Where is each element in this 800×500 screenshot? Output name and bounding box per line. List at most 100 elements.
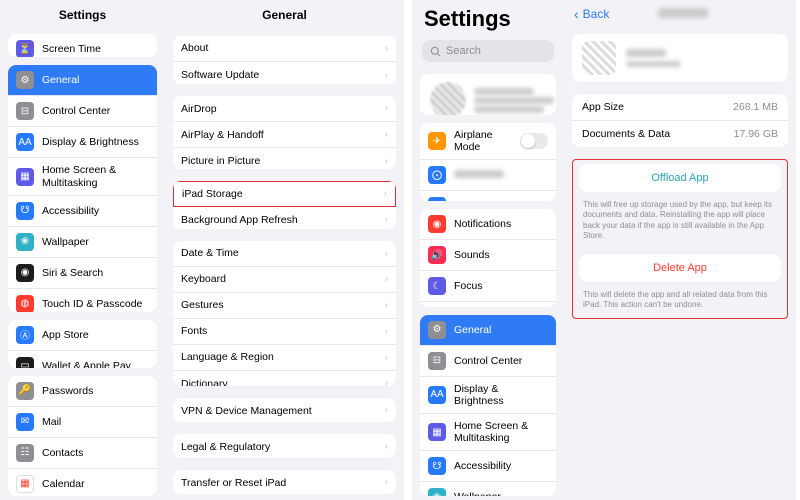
- sidebar-item-display[interactable]: AA Display & Brightness: [8, 127, 157, 158]
- row-general[interactable]: ⚙General: [420, 315, 556, 346]
- row-airdrop[interactable]: AirDrop›: [173, 96, 396, 122]
- chevron-right-icon: ›: [385, 441, 388, 452]
- chevron-right-icon: ›: [385, 214, 388, 225]
- delete-group: Delete App: [579, 254, 781, 282]
- row-software-update[interactable]: Software Update›: [173, 62, 396, 84]
- sidebar-item-control-center[interactable]: ⊟ Control Center: [8, 96, 157, 127]
- row-control-center[interactable]: ⊟Control Center: [420, 346, 556, 377]
- search-icon: [430, 46, 441, 57]
- size-info: App Size 268.1 MB Documents & Data 17.96…: [572, 94, 788, 147]
- detail-group-airdrop: AirDrop› AirPlay & Handoff› Picture in P…: [173, 96, 396, 168]
- contacts-icon: ☷: [16, 444, 34, 462]
- chevron-right-icon: ›: [385, 352, 388, 363]
- row-homescreen[interactable]: ▦Home Screen & Multitasking: [420, 414, 556, 451]
- fingerprint-icon: ◍: [16, 295, 34, 312]
- back-button[interactable]: ‹ Back: [564, 0, 619, 28]
- row-keyboard[interactable]: Keyboard›: [173, 267, 396, 293]
- row-background-refresh[interactable]: Background App Refresh›: [173, 207, 396, 229]
- offload-group: Offload App: [579, 164, 781, 192]
- wifi-icon: ⨀: [428, 166, 446, 184]
- row-gestures[interactable]: Gestures›: [173, 293, 396, 319]
- kv-app-size: App Size 268.1 MB: [572, 94, 788, 121]
- wallet-icon: ▭: [16, 357, 34, 368]
- chevron-right-icon: ›: [385, 274, 388, 285]
- profile-card[interactable]: [420, 74, 556, 115]
- detail-group-reset: Transfer or Reset iPad›: [173, 470, 396, 494]
- row-about[interactable]: About›: [173, 36, 396, 62]
- offload-app-button[interactable]: Offload App: [579, 164, 781, 192]
- chevron-left-icon: ‹: [574, 6, 579, 22]
- person-icon: ☋: [16, 202, 34, 220]
- sidebar-item-accessibility[interactable]: ☋ Accessibility: [8, 196, 157, 227]
- detail-group-legal: Legal & Regulatory›: [173, 434, 396, 458]
- detail-group-vpn: VPN & Device Management›: [173, 398, 396, 422]
- row-focus[interactable]: ☾Focus: [420, 271, 556, 302]
- row-airplay[interactable]: AirPlay & Handoff›: [173, 122, 396, 148]
- row-screentime[interactable]: ⏳Screen Time: [420, 302, 556, 307]
- sun-icon: AA: [428, 386, 446, 404]
- sidebar-item-wallpaper[interactable]: ❀ Wallpaper: [8, 227, 157, 258]
- row-transfer-reset[interactable]: Transfer or Reset iPad›: [173, 470, 396, 494]
- offload-caption: This will free up storage used by the ap…: [573, 196, 787, 250]
- grid-icon: ▦: [16, 168, 34, 186]
- sidebar-item-siri[interactable]: ◉ Siri & Search: [8, 258, 157, 289]
- app-storage-detail: ‹ Back App Size 268.1 MB: [564, 0, 796, 500]
- mail-icon: ✉: [16, 413, 34, 431]
- row-display[interactable]: AADisplay & Brightness: [420, 377, 556, 414]
- row-ipad-storage[interactable]: iPad Storage›: [173, 181, 396, 207]
- sidebar-item-passwords[interactable]: 🔑 Passwords: [8, 376, 157, 407]
- flower-icon: ❀: [428, 488, 446, 496]
- switches-icon: ⊟: [16, 102, 34, 120]
- row-bluetooth[interactable]: ᛒ Bluetooth On: [420, 191, 556, 201]
- chevron-right-icon: ›: [385, 378, 388, 385]
- sidebar-item-homescreen[interactable]: ▦ Home Screen & Multitasking: [8, 158, 157, 195]
- airplane-toggle[interactable]: [520, 133, 548, 149]
- sidebar-item-contacts[interactable]: ☷ Contacts: [8, 438, 157, 469]
- row-datetime[interactable]: Date & Time›: [173, 241, 396, 267]
- row-vpn[interactable]: VPN & Device Management›: [173, 398, 396, 422]
- delete-app-button[interactable]: Delete App: [579, 254, 781, 282]
- sidebar-item-wallet[interactable]: ▭ Wallet & Apple Pay: [8, 351, 157, 368]
- gear-icon: ⚙: [428, 321, 446, 339]
- search-input[interactable]: Search: [422, 40, 554, 62]
- row-language[interactable]: Language & Region›: [173, 345, 396, 371]
- settings-sidebar-2: Settings Search ✈ Airplane: [412, 0, 564, 500]
- sidebar-item-screen-time[interactable]: ⏳ Screen Time: [8, 34, 157, 57]
- row-fonts[interactable]: Fonts›: [173, 319, 396, 345]
- sidebar-item-calendar[interactable]: ▦ Calendar: [8, 469, 157, 496]
- group-accounts: 🔑 Passwords ✉ Mail ☷ Contacts ▦ Calendar…: [8, 376, 157, 496]
- row-notifications[interactable]: ◉Notifications: [420, 209, 556, 240]
- row-legal[interactable]: Legal & Regulatory›: [173, 434, 396, 458]
- settings-sidebar: Settings ⏳ Screen Time ⚙ General ⊟ Contr…: [0, 0, 165, 500]
- avatar: [430, 82, 466, 115]
- calendar-icon: ▦: [16, 475, 34, 493]
- chevron-right-icon: ›: [385, 477, 388, 488]
- row-dictionary[interactable]: Dictionary›: [173, 371, 396, 386]
- highlighted-actions: Offload App This will free up storage us…: [572, 159, 788, 319]
- switches-icon: ⊟: [428, 352, 446, 370]
- chevron-right-icon: ›: [385, 326, 388, 337]
- row-wallpaper[interactable]: ❀Wallpaper: [420, 482, 556, 496]
- row-accessibility[interactable]: ☋Accessibility: [420, 451, 556, 482]
- chevron-right-icon: ›: [385, 156, 388, 167]
- search-placeholder: Search: [446, 45, 481, 57]
- bluetooth-icon: ᛒ: [428, 197, 446, 201]
- row-airplane[interactable]: ✈ Airplane Mode: [420, 123, 556, 160]
- chevron-right-icon: ›: [385, 300, 388, 311]
- sidebar-item-general[interactable]: ⚙ General: [8, 65, 157, 96]
- sidebar-item-mail[interactable]: ✉ Mail: [8, 407, 157, 438]
- grid-icon: ▦: [428, 423, 446, 441]
- row-pip[interactable]: Picture in Picture›: [173, 148, 396, 168]
- sun-icon: AA: [16, 133, 34, 151]
- key-icon: 🔑: [16, 382, 34, 400]
- gear-icon: ⚙: [16, 71, 34, 89]
- hourglass-icon: ⏳: [16, 40, 34, 57]
- speaker-icon: 🔊: [428, 246, 446, 264]
- row-wifi[interactable]: ⨀: [420, 160, 556, 191]
- chevron-right-icon: ›: [385, 248, 388, 259]
- group-general: ⚙ General ⊟ Control Center AA Display & …: [8, 65, 157, 311]
- row-sounds[interactable]: 🔊Sounds: [420, 240, 556, 271]
- sidebar-item-touchid[interactable]: ◍ Touch ID & Passcode: [8, 289, 157, 312]
- sidebar-item-appstore[interactable]: Ⓐ App Store: [8, 320, 157, 351]
- chevron-right-icon: ›: [385, 43, 388, 54]
